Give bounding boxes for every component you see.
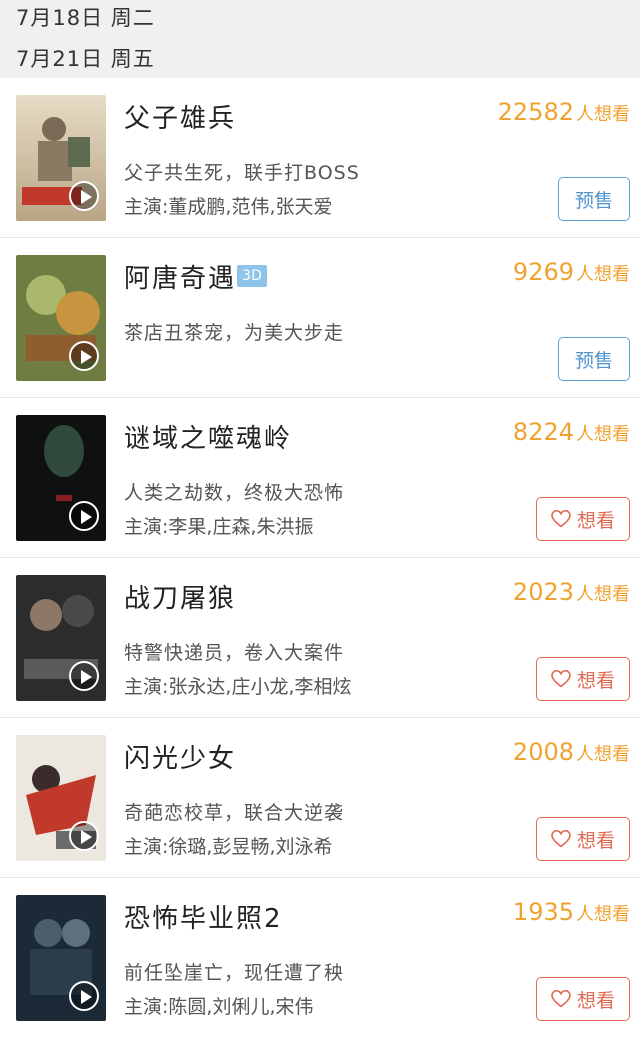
want-count-number: 2008 — [512, 738, 574, 766]
movie-tagline: 特警快递员，卷入大案件 — [124, 642, 345, 664]
movie-tagline: 茶店丑茶宠，为美大步走 — [124, 322, 345, 344]
movie-row[interactable]: 战刀屠狼 2023 人想看 特警快递员，卷入大案件 主演:张永达,庄小龙,李相炫 … — [0, 558, 640, 718]
play-icon[interactable] — [69, 181, 99, 211]
movie-row[interactable]: 闪光少女 2008 人想看 奇葩恋校草，联合大逆袭 主演:徐璐,彭昱畅,刘泳希 想… — [0, 718, 640, 878]
movie-title[interactable]: 闪光少女 — [124, 738, 236, 775]
want-count-unit: 人想看 — [576, 904, 630, 925]
want-count: 8224 人想看 — [513, 418, 630, 446]
want-count-unit: 人想看 — [576, 264, 630, 285]
movie-poster[interactable] — [16, 255, 106, 381]
heart-icon — [551, 990, 571, 1008]
want-count: 9269 人想看 — [513, 258, 630, 286]
date-header-jul21: 7月21日 周五 — [0, 38, 640, 78]
play-icon[interactable] — [69, 501, 99, 531]
want-to-watch-button[interactable]: 想看 — [536, 497, 630, 541]
want-button-label: 想看 — [576, 989, 615, 1012]
play-icon[interactable] — [69, 661, 99, 691]
want-to-watch-button[interactable]: 想看 — [536, 977, 630, 1021]
movie-row[interactable]: 恐怖毕业照2 1935 人想看 前任坠崖亡，现任遭了秧 主演:陈圆,刘俐儿,宋伟 … — [0, 878, 640, 1038]
movie-row[interactable]: 谜域之噬魂岭 8224 人想看 人类之劫数，终极大恐怖 主演:李果,庄森,朱洪振 … — [0, 398, 640, 558]
play-icon[interactable] — [69, 981, 99, 1011]
movie-cast: 主演:张永达,庄小龙,李相炫 — [124, 676, 352, 698]
movie-tagline: 奇葩恋校草，联合大逆袭 — [124, 802, 345, 824]
movie-cast: 主演:徐璐,彭昱畅,刘泳希 — [124, 836, 333, 858]
want-to-watch-button[interactable]: 想看 — [536, 657, 630, 701]
want-count-number: 22582 — [497, 98, 574, 126]
want-count: 2008 人想看 — [513, 738, 630, 766]
date-label: 7月21日 周五 — [16, 47, 155, 71]
movie-title[interactable]: 谜域之噬魂岭 — [124, 418, 292, 455]
want-count-unit: 人想看 — [576, 104, 630, 125]
movie-tagline: 人类之劫数，终极大恐怖 — [124, 482, 345, 504]
movie-row[interactable]: 阿唐奇遇 3D 9269 人想看 茶店丑茶宠，为美大步走 预售 — [0, 238, 640, 398]
want-to-watch-button[interactable]: 想看 — [536, 817, 630, 861]
want-count: 1935 人想看 — [513, 898, 630, 926]
movie-cast: 主演:李果,庄森,朱洪振 — [124, 516, 314, 538]
want-count-number: 2023 — [512, 578, 574, 606]
movie-poster[interactable] — [16, 575, 106, 701]
movie-title[interactable]: 阿唐奇遇 — [124, 258, 236, 295]
want-count-unit: 人想看 — [576, 584, 630, 605]
movie-poster[interactable] — [16, 95, 106, 221]
want-count: 2023 人想看 — [513, 578, 630, 606]
movie-cast: 主演:陈圆,刘俐儿,宋伟 — [124, 996, 314, 1018]
movie-title[interactable]: 父子雄兵 — [124, 98, 236, 135]
want-count-number: 8224 — [512, 418, 574, 446]
want-count-number: 9269 — [512, 258, 574, 286]
movie-list: 父子雄兵 22582 人想看 父子共生死，联手打BOSS 主演:董成鹏,范伟,张天… — [0, 78, 640, 1038]
movie-tagline: 前任坠崖亡，现任遭了秧 — [124, 962, 345, 984]
date-header-jul18: 7月18日 周二 — [0, 0, 640, 38]
movie-row[interactable]: 父子雄兵 22582 人想看 父子共生死，联手打BOSS 主演:董成鹏,范伟,张天… — [0, 78, 640, 238]
movie-poster[interactable] — [16, 895, 106, 1021]
heart-icon — [551, 670, 571, 688]
movie-title[interactable]: 战刀屠狼 — [124, 578, 236, 615]
want-button-label: 想看 — [576, 669, 615, 692]
want-count-unit: 人想看 — [576, 744, 630, 765]
presale-button[interactable]: 预售 — [558, 177, 630, 221]
play-icon[interactable] — [69, 341, 99, 371]
presale-button[interactable]: 预售 — [558, 337, 630, 381]
want-button-label: 想看 — [576, 509, 615, 532]
movie-cast: 主演:董成鹏,范伟,张天爱 — [124, 196, 333, 218]
want-button-label: 想看 — [576, 829, 615, 852]
heart-icon — [551, 510, 571, 528]
movie-title[interactable]: 恐怖毕业照2 — [124, 898, 283, 935]
want-count-unit: 人想看 — [576, 424, 630, 445]
movie-tagline: 父子共生死，联手打BOSS — [124, 162, 360, 184]
heart-icon — [551, 830, 571, 848]
movie-poster[interactable] — [16, 735, 106, 861]
play-icon[interactable] — [69, 821, 99, 851]
date-label: 7月18日 周二 — [16, 6, 155, 30]
movie-poster[interactable] — [16, 415, 106, 541]
want-count-number: 1935 — [512, 898, 574, 926]
badge-3d: 3D — [237, 265, 267, 287]
want-count: 22582 人想看 — [498, 98, 630, 126]
